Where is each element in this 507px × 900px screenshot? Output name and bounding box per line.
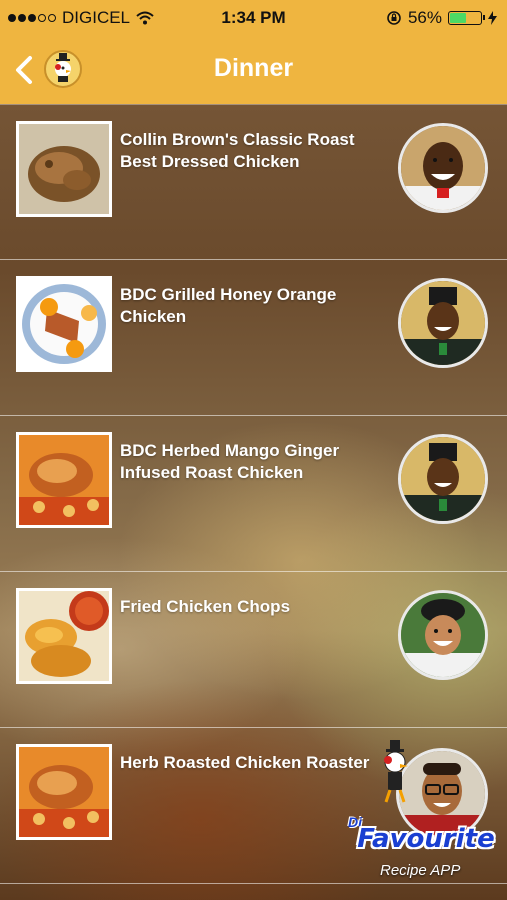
- recipe-thumbnail: [16, 588, 112, 684]
- page-title: Dinner: [213, 54, 294, 82]
- navigation-bar: Dinner: [0, 36, 507, 104]
- chef-avatar: [398, 434, 488, 524]
- recipe-title: Fried Chicken Chops: [120, 597, 291, 616]
- recipe-row[interactable]: Collin Brown's Classic Roast Best Dresse…: [0, 104, 507, 260]
- app-brand-badge: Di Favourite Recipe APP: [344, 738, 504, 888]
- recipe-title: BDC Herbed Mango Ginger Infused Roast Ch…: [120, 441, 340, 482]
- battery-icon: [448, 11, 485, 25]
- status-bar: DIGICEL 1:34 PM 56%: [0, 0, 507, 36]
- chef-avatar: [398, 278, 488, 368]
- recipe-title: BDC Grilled Honey Orange Chicken: [120, 285, 337, 326]
- status-right: 56%: [386, 8, 497, 28]
- rotation-lock-icon: [387, 11, 401, 25]
- recipe-thumbnail: [16, 121, 112, 217]
- brand-subtitle: Recipe APP: [380, 862, 461, 879]
- recipe-row[interactable]: BDC Grilled Honey Orange Chicken: [0, 260, 507, 416]
- recipe-thumbnail: [16, 276, 112, 372]
- recipe-row[interactable]: BDC Herbed Mango Ginger Infused Roast Ch…: [0, 416, 507, 572]
- recipe-thumbnail: [16, 744, 112, 840]
- brand-name: Favourite: [357, 824, 495, 854]
- chef-avatar: [398, 123, 488, 213]
- charging-bolt-icon: [488, 11, 497, 25]
- chef-avatar: [398, 590, 488, 680]
- recipe-thumbnail: [16, 432, 112, 528]
- battery-percent: 56%: [407, 8, 442, 27]
- recipe-title: Collin Brown's Classic Roast Best Dresse…: [120, 130, 355, 171]
- chicken-mascot-icon: [374, 740, 418, 804]
- recipe-row[interactable]: Fried Chicken Chops: [0, 572, 507, 728]
